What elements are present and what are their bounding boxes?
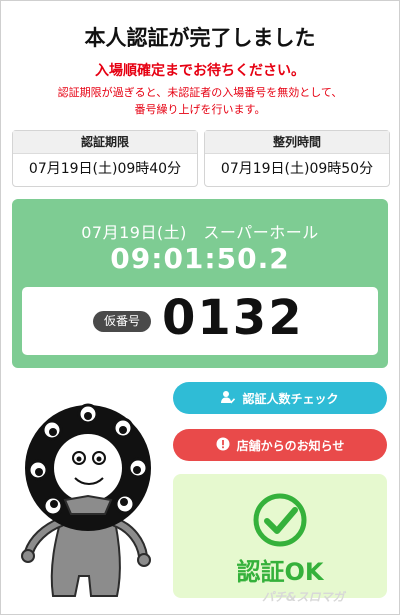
auth-ok-panel: 認証OK xyxy=(173,474,387,598)
alert-circle-icon xyxy=(216,437,230,454)
check-count-button[interactable]: 認証人数チェック xyxy=(173,382,387,414)
date-venue: 07月19日(土) スーパーホール xyxy=(81,223,319,242)
watermark: パチ&スロマガ xyxy=(262,590,345,604)
auth-deadline-value: 07月19日(土)09時40分 xyxy=(28,161,182,177)
temp-number-card: 仮番号 0132 xyxy=(22,287,378,355)
check-circle-icon xyxy=(253,493,307,547)
store-notice-button[interactable]: 店舗からのお知らせ xyxy=(173,429,387,461)
auth-deadline-box: 認証期限 07月19日(土)09時40分 xyxy=(12,130,198,187)
status-panel: 07月19日(土) スーパーホール 09:01:50.2 仮番号 0132 xyxy=(12,199,388,368)
invalidation-note: 認証期限が過ぎると、未認証者の入場番号を無効として、 番号繰り上げを行います。 xyxy=(0,84,400,118)
temp-number: 0132 xyxy=(162,290,304,346)
mascot-illustration xyxy=(21,403,151,597)
live-clock: 09:01:50.2 xyxy=(110,242,290,275)
person-check-icon xyxy=(221,390,236,407)
check-count-label: 認証人数チェック xyxy=(242,391,339,406)
line-up-time-box: 整列時間 07月19日(土)09時50分 xyxy=(204,130,390,187)
note-line-2: 番号繰り上げを行います。 xyxy=(134,103,266,116)
line-up-time-value: 07月19日(土)09時50分 xyxy=(220,161,374,177)
wait-message: 入場順確定までお待ちください。 xyxy=(95,63,305,79)
auth-ok-label: 認証OK xyxy=(236,558,324,586)
auth-deadline-label: 認証期限 xyxy=(13,131,197,154)
temp-number-badge: 仮番号 xyxy=(93,311,151,332)
store-notice-label: 店舗からのお知らせ xyxy=(236,438,345,453)
line-up-time-label: 整列時間 xyxy=(205,131,389,154)
note-line-1: 認証期限が過ぎると、未認証者の入場番号を無効として、 xyxy=(57,86,343,99)
page-title: 本人認証が完了しました xyxy=(84,26,316,50)
